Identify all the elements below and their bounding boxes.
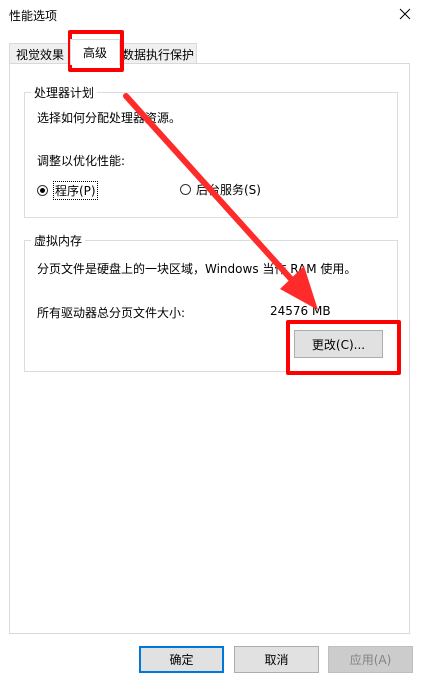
close-button[interactable] <box>392 2 418 26</box>
total-paging-size-value: 24576 MB <box>270 304 331 318</box>
total-paging-size-label: 所有驱动器总分页文件大小: <box>37 306 186 320</box>
virtual-memory-legend: 虚拟内存 <box>31 232 86 249</box>
window-title: 性能选项 <box>9 9 58 23</box>
radio-programs-indicator <box>37 185 48 196</box>
processor-description: 选择如何分配处理器资源。 <box>37 111 182 125</box>
cancel-button[interactable]: 取消 <box>234 646 319 673</box>
close-icon <box>399 8 411 20</box>
radio-programs[interactable]: 程序(P) <box>37 181 98 200</box>
tab-data-execution-prevention[interactable]: 数据执行保护 <box>119 43 197 64</box>
adjust-performance-label: 调整以优化性能: <box>37 154 126 168</box>
radio-background-services[interactable]: 后台服务(S) <box>180 181 261 198</box>
processor-scheduling-legend: 处理器计划 <box>31 84 98 101</box>
apply-button[interactable]: 应用(A) <box>328 646 413 673</box>
virtual-memory-description: 分页文件是硬盘上的一块区域，Windows 当作 RAM 使用。 <box>37 262 357 276</box>
tab-visual-effects[interactable]: 视觉效果 <box>9 43 71 64</box>
radio-background-services-indicator <box>180 184 191 195</box>
radio-background-services-label: 后台服务(S) <box>196 183 261 197</box>
tab-advanced[interactable]: 高级 <box>70 39 120 65</box>
radio-programs-label: 程序(P) <box>53 181 98 200</box>
highlight-change-button <box>286 320 401 375</box>
ok-button[interactable]: 确定 <box>139 646 224 673</box>
